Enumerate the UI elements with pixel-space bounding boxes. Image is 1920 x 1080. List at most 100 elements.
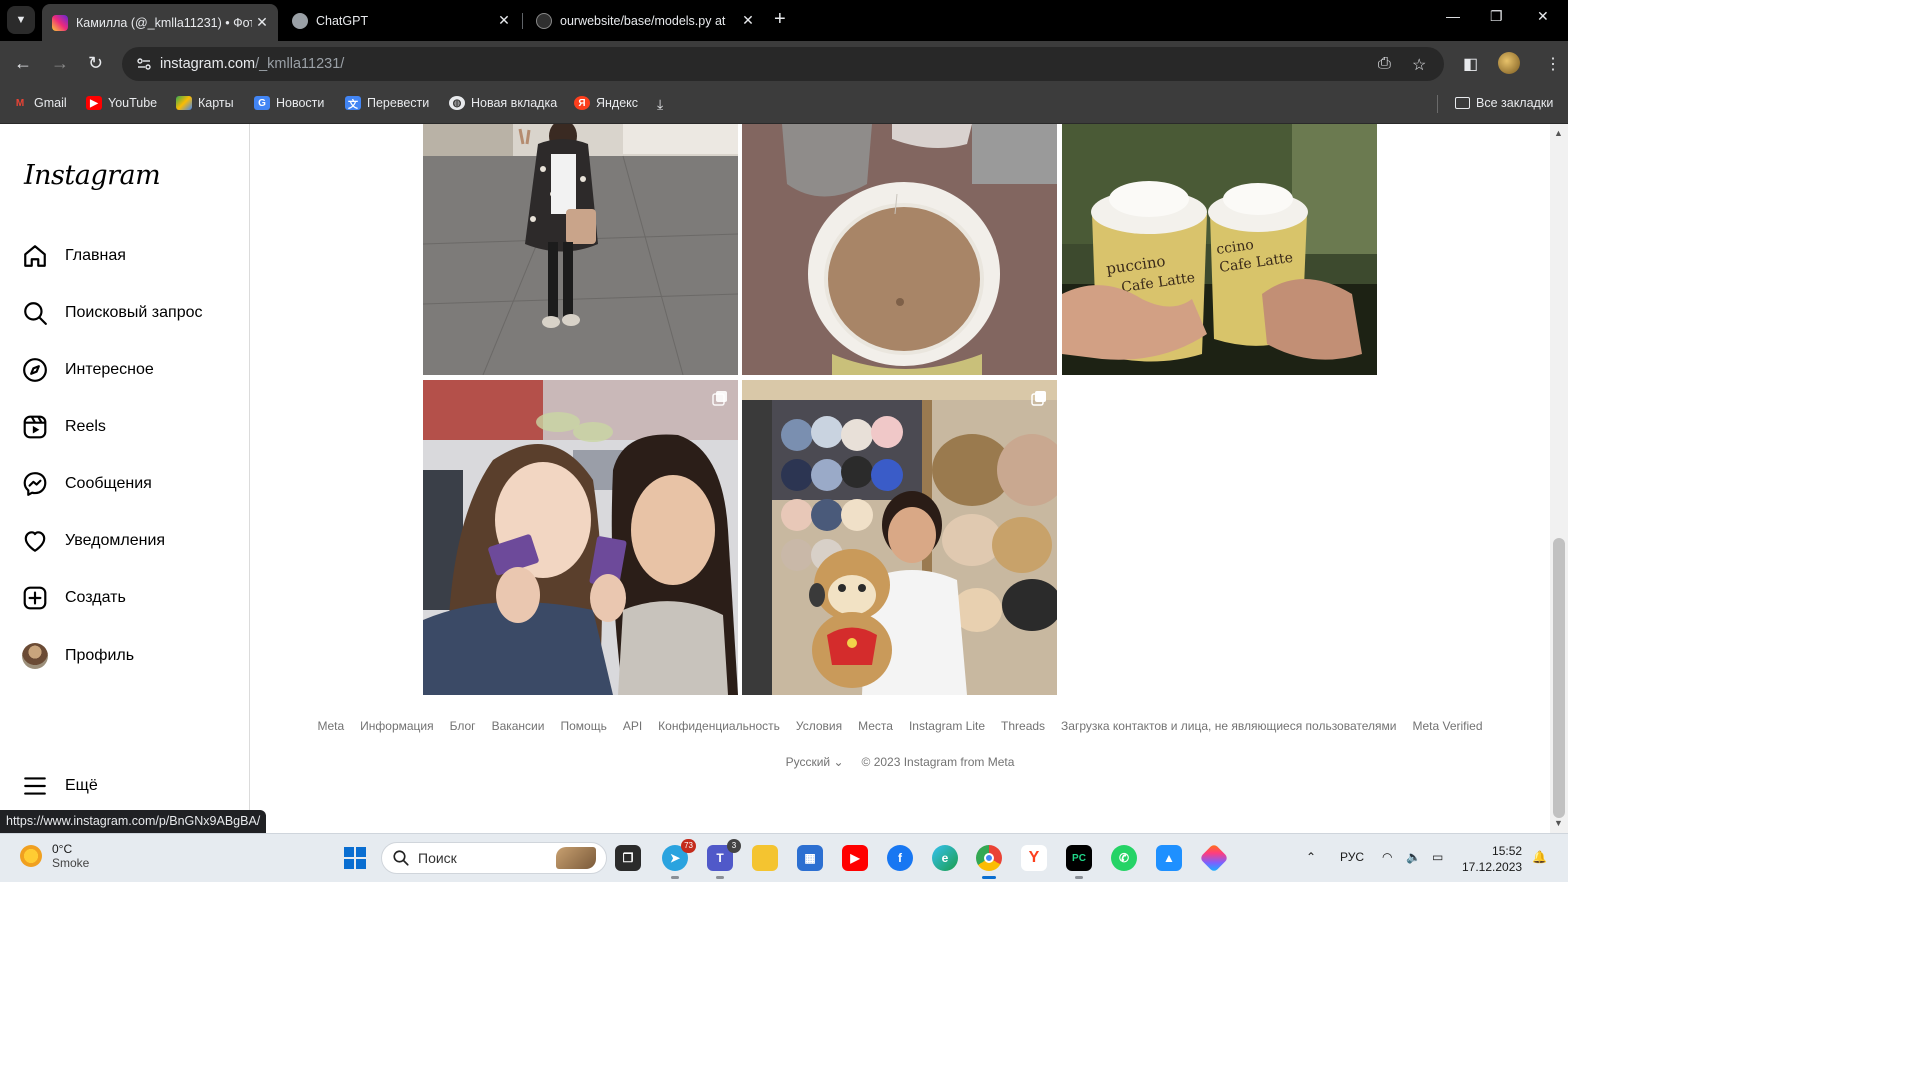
tab-chatgpt[interactable]: ChatGPT ✕ (282, 4, 520, 37)
tab-separator (522, 13, 523, 29)
tab-instagram[interactable]: Камилла (@_kmlla11231) • Фот ✕ (42, 4, 278, 41)
microsoft-store-icon[interactable]: ▦ (797, 845, 823, 871)
tab-close-icon[interactable]: ✕ (738, 12, 758, 29)
install-app-icon[interactable]: ⎙ (1378, 55, 1391, 73)
post-selfie-friends[interactable] (423, 380, 738, 695)
bookmark-translate[interactable]: 文 Перевести (345, 96, 430, 111)
instagram-logo[interactable]: Instagram (24, 160, 161, 191)
nav-messages[interactable]: Сообщения (22, 469, 152, 499)
bookmark-label: Новости (276, 96, 325, 110)
system-clock[interactable]: 15:52 17.12.2023 (1462, 843, 1522, 875)
tab-close-icon[interactable]: ✕ (494, 12, 514, 29)
tab-github[interactable]: ourwebsite/base/models.py at ✕ (526, 4, 764, 37)
chrome-profile-avatar[interactable] (1498, 52, 1520, 74)
footer-link[interactable]: Информация (360, 719, 433, 733)
bookmark-gmail[interactable]: M Gmail (12, 96, 67, 110)
chrome-menu-icon[interactable]: ⋮ (1545, 54, 1561, 74)
volume-icon[interactable]: 🔈 (1406, 850, 1421, 864)
weather-temp: 0°C (52, 842, 73, 856)
close-window-icon[interactable]: ✕ (1537, 8, 1549, 25)
nav-label: Поисковый запрос (65, 304, 203, 321)
search-icon (24, 302, 47, 325)
edge-icon[interactable]: e (932, 845, 958, 871)
whatsapp-icon[interactable]: ✆ (1111, 845, 1137, 871)
telegram-icon[interactable]: ➤ 73 (662, 839, 696, 879)
wifi-icon[interactable]: ◠ (1382, 850, 1392, 864)
nav-label: Уведомления (65, 532, 166, 549)
bookmark-youtube[interactable]: ▶ YouTube (86, 96, 157, 110)
taskbar-search[interactable]: Поиск (381, 842, 607, 874)
footer-link[interactable]: API (623, 719, 642, 733)
windows-logo-icon (344, 847, 366, 869)
footer-link[interactable]: Условия (796, 719, 842, 733)
post-coffee-cup[interactable] (742, 124, 1057, 375)
colorful-app-icon[interactable] (1199, 843, 1229, 873)
bookmark-label: Яндекс (596, 96, 639, 110)
input-language[interactable]: РУС (1340, 850, 1364, 864)
nav-label: Reels (65, 418, 106, 435)
footer-link[interactable]: Instagram Lite (909, 719, 985, 733)
tab-close-icon[interactable]: ✕ (252, 14, 272, 31)
yandex-browser-icon[interactable]: Y (1021, 845, 1047, 871)
footer-link[interactable]: Вакансии (492, 719, 545, 733)
start-button[interactable] (342, 845, 368, 871)
footer-link[interactable]: Конфиденциальность (658, 719, 780, 733)
footer-link[interactable]: Загрузка контактов и лица, не являющиеся… (1061, 719, 1396, 733)
footer-link[interactable]: Места (858, 719, 893, 733)
github-favicon-icon (536, 12, 552, 29)
file-explorer-icon[interactable] (752, 845, 778, 871)
tab-search-button[interactable]: ▼ (7, 6, 35, 34)
post-cafe-latte[interactable]: puccino Cafe Latte ccino Cafe Latte (1062, 124, 1377, 375)
download-icon[interactable]: ⤓ (657, 96, 663, 113)
scroll-down-arrow-icon[interactable]: ▼ (1554, 818, 1563, 828)
footer-link[interactable]: Threads (1001, 719, 1045, 733)
chrome-icon[interactable] (976, 845, 1002, 879)
bookmark-star-icon[interactable]: ☆ (1412, 55, 1426, 75)
facebook-icon[interactable]: f (887, 845, 913, 871)
nav-more[interactable]: Ещё (22, 771, 98, 801)
language-selector[interactable]: Русский ⌄ (786, 755, 844, 769)
task-view-icon[interactable]: ❐ (615, 845, 641, 871)
create-icon (23, 586, 47, 610)
post-girl-square[interactable] (423, 124, 738, 375)
notification-bell-icon[interactable]: 🔔 (1532, 850, 1547, 864)
photos-icon[interactable]: ▲ (1156, 845, 1182, 871)
nav-profile[interactable]: Профиль (22, 641, 134, 671)
footer-link[interactable]: Meta Verified (1412, 719, 1482, 733)
reload-icon[interactable]: ↻ (88, 53, 103, 73)
nav-search[interactable]: Поисковый запрос (22, 298, 203, 328)
footer-link[interactable]: Помощь (560, 719, 606, 733)
nav-home[interactable]: Главная (22, 241, 126, 271)
nav-create[interactable]: Создать (22, 583, 126, 613)
footer-link[interactable]: Meta (317, 719, 344, 733)
scrollbar-thumb[interactable] (1553, 538, 1565, 818)
bookmark-label: Перевести (367, 96, 430, 110)
instagram-sidebar: Instagram Главная Поисковый запрос Интер… (0, 124, 250, 833)
youtube-app-icon[interactable]: ▶ (842, 845, 868, 871)
footer-link[interactable]: Блог (450, 719, 476, 733)
forward-arrow-icon[interactable]: → (51, 53, 69, 73)
restore-icon[interactable]: ❐ (1490, 8, 1503, 25)
bookmark-yandex[interactable]: Я Яндекс (574, 96, 638, 110)
back-arrow-icon[interactable]: ← (14, 53, 32, 73)
all-bookmarks-button[interactable]: Все закладки (1455, 96, 1553, 110)
site-info-icon[interactable] (136, 56, 152, 72)
nav-reels[interactable]: Reels (22, 412, 106, 442)
bookmark-new-tab[interactable]: ◍ Новая вкладка (449, 96, 557, 110)
post-hat-store[interactable] (742, 380, 1057, 695)
nav-notifications[interactable]: Уведомления (22, 526, 165, 556)
nav-explore[interactable]: Интересное (22, 355, 154, 385)
minimize-icon[interactable]: — (1446, 8, 1460, 24)
address-bar[interactable]: instagram.com/_kmlla11231/ ⎙ ☆ (122, 47, 1444, 81)
side-panel-icon[interactable]: ◧ (1463, 54, 1478, 74)
new-tab-plus-icon[interactable]: + (774, 8, 786, 31)
tray-overflow-chevron-icon[interactable]: ⌃ (1306, 850, 1316, 864)
pycharm-icon[interactable]: PC (1066, 845, 1092, 879)
page-scrollbar[interactable]: ▲ ▼ (1550, 124, 1568, 833)
teams-icon[interactable]: T3 (707, 839, 741, 879)
bookmark-news[interactable]: G Новости (254, 96, 324, 110)
battery-icon[interactable]: ▭ (1432, 850, 1443, 864)
scroll-up-arrow-icon[interactable]: ▲ (1554, 128, 1563, 138)
weather-widget[interactable]: 0°C Smoke (20, 842, 89, 870)
bookmark-maps[interactable]: Карты (176, 96, 234, 110)
